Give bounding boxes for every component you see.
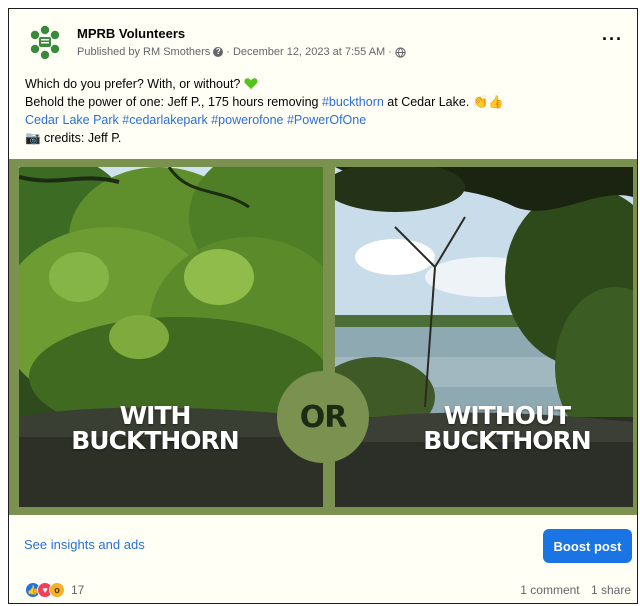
- without-text: WITHOUT: [443, 401, 571, 430]
- with-text: WITH: [119, 401, 192, 430]
- post-image[interactable]: WITH BUCKTHORN OR WITHOUT BUCKTHORN: [9, 159, 637, 515]
- credits-text: credits: Jeff P.: [40, 131, 122, 145]
- comment-count[interactable]: 1 comment: [520, 583, 579, 597]
- post-line-2: Behold the power of one: Jeff P., 175 ho…: [25, 93, 625, 111]
- hashtag-buckthorn[interactable]: #buckthorn: [322, 95, 384, 109]
- published-by[interactable]: Published by RM Smothers: [77, 46, 210, 58]
- separator: ·: [388, 46, 392, 58]
- post-meta: Published by RM Smothers ? · December 12…: [77, 46, 406, 58]
- more-options-button[interactable]: ···: [602, 29, 623, 50]
- post-line-3: Cedar Lake Park #cedarlakepark #powerofo…: [25, 111, 625, 129]
- engagement-stats: 1 comment 1 share: [512, 583, 631, 597]
- behold-text: Behold the power of one: Jeff P., 175 ho…: [25, 95, 322, 109]
- page-name[interactable]: MPRB Volunteers: [77, 26, 185, 41]
- share-count[interactable]: 1 share: [591, 583, 631, 597]
- reaction-count[interactable]: 17: [71, 583, 84, 597]
- see-insights-link[interactable]: See insights and ads: [24, 537, 145, 552]
- boost-post-button[interactable]: Boost post: [543, 529, 632, 563]
- globe-icon: [395, 46, 406, 58]
- hashtag-links[interactable]: #cedarlakepark #powerofone #PowerOfOne: [119, 113, 366, 127]
- with-buckthorn-label: WITH BUCKTHORN: [45, 403, 265, 453]
- post-text: Which do you prefer? With, or without? B…: [25, 75, 625, 147]
- cedar-lake-text: at Cedar Lake.: [383, 95, 470, 109]
- clap-thumbs-emoji: 👏👍: [472, 95, 504, 109]
- green-heart-icon: [244, 78, 258, 90]
- separator: ·: [226, 46, 230, 58]
- post-date[interactable]: December 12, 2023 at 7:55 AM: [233, 46, 385, 58]
- camera-icon: 📷: [25, 131, 41, 145]
- buckthorn-text-left: BUCKTHORN: [71, 426, 239, 455]
- post-card: MPRB Volunteers Published by RM Smothers…: [8, 8, 638, 604]
- info-icon[interactable]: ?: [213, 47, 224, 57]
- post-footer: See insights and ads Boost post 👍 ♥ o 17…: [9, 515, 637, 605]
- with-buckthorn-photo: [19, 167, 323, 507]
- or-badge: OR: [277, 371, 369, 463]
- mprb-logo-icon[interactable]: [25, 23, 65, 63]
- post-line-4: 📷 credits: Jeff P.: [25, 129, 625, 147]
- cedar-lake-park-link[interactable]: Cedar Lake Park: [25, 113, 119, 127]
- wow-icon: o: [49, 582, 65, 598]
- question-text: Which do you prefer? With, or without?: [25, 77, 241, 91]
- without-buckthorn-photo: [335, 167, 633, 507]
- buckthorn-text-right: BUCKTHORN: [423, 426, 591, 455]
- without-buckthorn-label: WITHOUT BUCKTHORN: [397, 403, 617, 453]
- reactions-summary[interactable]: 👍 ♥ o 17: [25, 582, 84, 598]
- post-header: MPRB Volunteers Published by RM Smothers…: [25, 23, 625, 67]
- post-line-1: Which do you prefer? With, or without?: [25, 75, 625, 93]
